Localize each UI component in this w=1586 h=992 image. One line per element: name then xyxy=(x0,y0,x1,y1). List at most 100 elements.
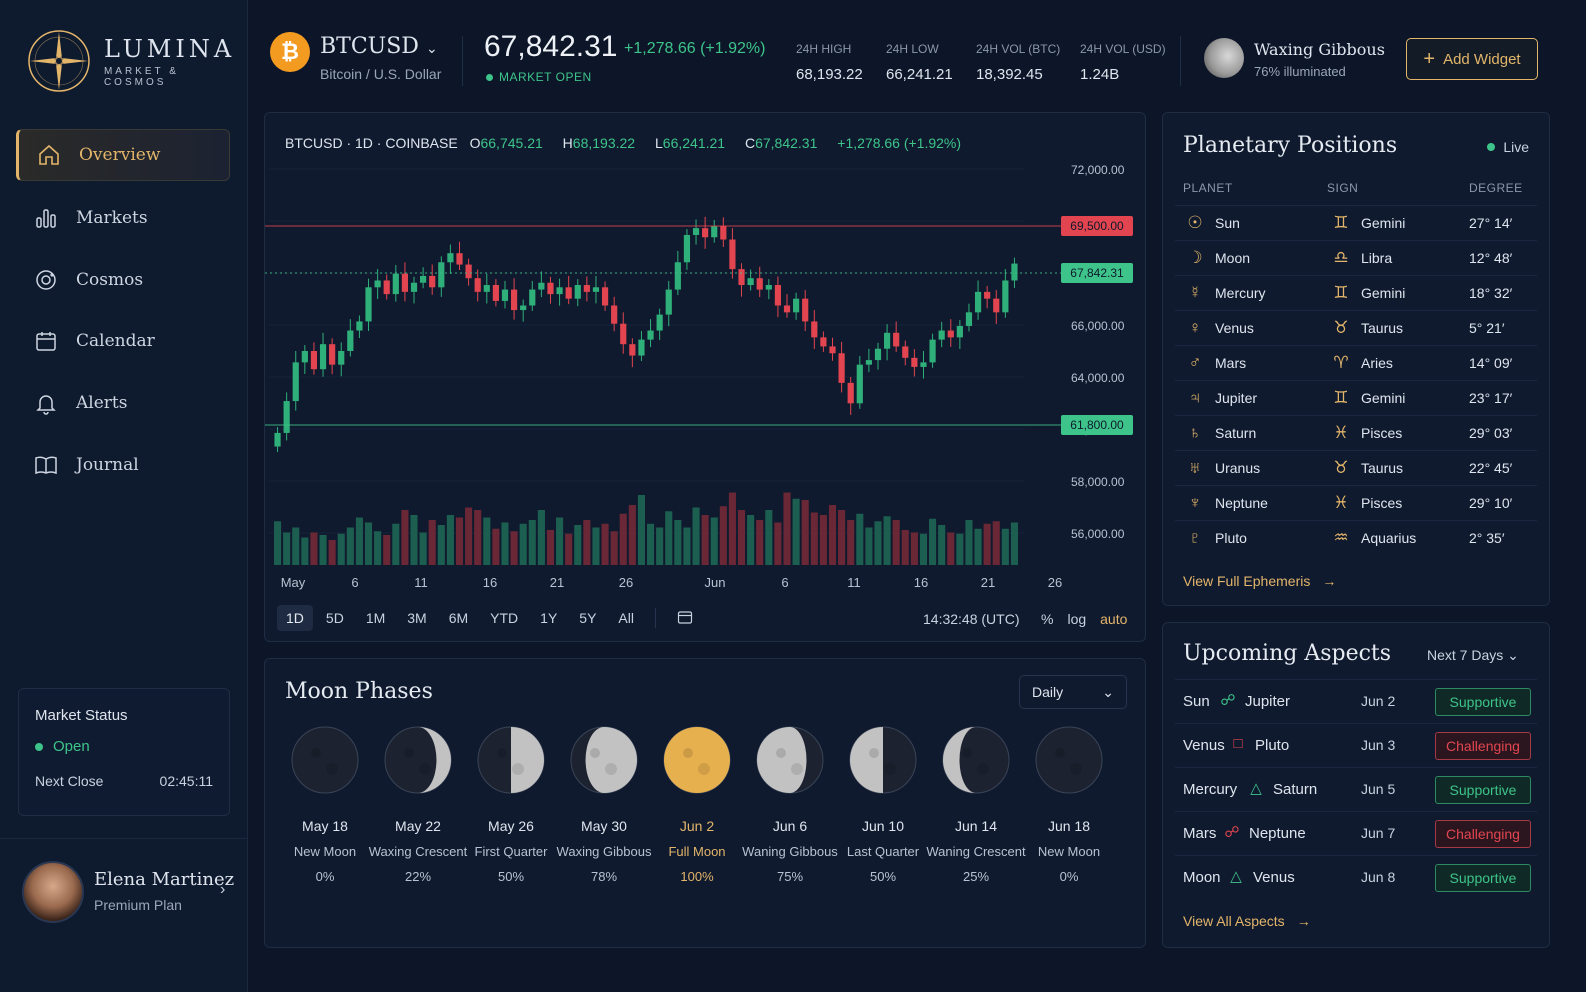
aspect-row[interactable]: Mercury △ Saturn Jun 5 Supportive xyxy=(1175,767,1537,811)
candle-body[interactable] xyxy=(592,287,600,292)
candle-body[interactable] xyxy=(974,291,982,313)
candle-body[interactable] xyxy=(720,225,727,240)
auto-scale-toggle[interactable]: auto xyxy=(1100,611,1127,627)
candle-body[interactable] xyxy=(620,323,627,345)
candle-body[interactable] xyxy=(738,269,745,286)
candle-body[interactable] xyxy=(947,330,954,338)
timeframe-5d[interactable]: 5D xyxy=(317,605,353,631)
timeframe-ytd[interactable]: YTD xyxy=(481,605,527,631)
candle-body[interactable] xyxy=(674,262,681,290)
planet-row[interactable]: ♇ Pluto ♒ Aquarius 2° 35′ xyxy=(1175,520,1537,555)
candle-body[interactable] xyxy=(365,287,372,322)
view-aspects-link[interactable]: View All Aspects → xyxy=(1183,913,1311,929)
candle-body[interactable] xyxy=(410,282,418,292)
candle-body[interactable] xyxy=(501,289,509,301)
candle-body[interactable] xyxy=(583,285,590,292)
date-range-calendar-icon[interactable] xyxy=(668,604,702,633)
moon-phase-item[interactable]: May 26 First Quarter 50% xyxy=(461,725,561,884)
candle-body[interactable] xyxy=(356,321,363,331)
candle-body[interactable] xyxy=(765,285,772,290)
candle-body[interactable] xyxy=(956,325,963,338)
candle-body[interactable] xyxy=(310,351,318,370)
candle-body[interactable] xyxy=(820,337,827,347)
candle-body[interactable] xyxy=(920,362,927,367)
candle-body[interactable] xyxy=(965,312,973,326)
candle-body[interactable] xyxy=(565,287,572,299)
candle-body[interactable] xyxy=(756,278,763,290)
planet-row[interactable]: ♃ Jupiter ♊ Gemini 23° 17′ xyxy=(1175,380,1537,415)
aspect-row[interactable]: Mars ☍ Neptune Jun 7 Challenging xyxy=(1175,811,1537,855)
nav-cosmos[interactable]: Cosmos xyxy=(16,254,230,306)
timeframe-3m[interactable]: 3M xyxy=(398,605,435,631)
timeframe-1d[interactable]: 1D xyxy=(277,605,313,631)
candle-body[interactable] xyxy=(874,348,882,361)
aspect-row[interactable]: Venus □ Pluto Jun 3 Challenging xyxy=(1175,723,1537,767)
candle-body[interactable] xyxy=(347,330,354,351)
candle-body[interactable] xyxy=(447,253,454,263)
candle-body[interactable] xyxy=(747,278,754,286)
candle-body[interactable] xyxy=(993,298,1000,313)
timeframe-1y[interactable]: 1Y xyxy=(531,605,566,631)
planet-row[interactable]: ♆ Neptune ♓ Pisces 29° 10′ xyxy=(1175,485,1537,520)
candle-body[interactable] xyxy=(683,234,691,263)
nav-calendar[interactable]: Calendar xyxy=(16,315,230,367)
candle-body[interactable] xyxy=(465,264,472,279)
percent-scale-toggle[interactable]: % xyxy=(1041,611,1053,627)
moon-phase-item[interactable]: Jun 14 Waning Crescent 25% xyxy=(926,725,1026,884)
candle-body[interactable] xyxy=(902,346,909,358)
candle-body[interactable] xyxy=(802,298,809,322)
candle-body[interactable] xyxy=(692,228,700,235)
candle-body[interactable] xyxy=(1002,280,1009,313)
candle-body[interactable] xyxy=(538,282,545,290)
candle-body[interactable] xyxy=(420,275,427,283)
candle-body[interactable] xyxy=(510,289,518,311)
candle-body[interactable] xyxy=(1011,263,1018,281)
candle-body[interactable] xyxy=(429,275,436,288)
planet-row[interactable]: ☉ Sun ♊ Gemini 27° 14′ xyxy=(1175,205,1537,240)
candle-body[interactable] xyxy=(601,287,609,306)
candle-body[interactable] xyxy=(638,339,645,356)
candle-body[interactable] xyxy=(374,280,381,288)
candle-body[interactable] xyxy=(520,305,527,311)
timeframe-6m[interactable]: 6M xyxy=(440,605,477,631)
candle-body[interactable] xyxy=(456,253,463,265)
candle-body[interactable] xyxy=(856,364,863,404)
candle-body[interactable] xyxy=(647,330,654,340)
nav-alerts[interactable]: Alerts xyxy=(16,377,230,429)
candle-body[interactable] xyxy=(893,332,900,347)
candle-body[interactable] xyxy=(556,287,563,295)
candle-body[interactable] xyxy=(838,353,845,383)
candle-body[interactable] xyxy=(783,305,791,313)
moon-phase-item[interactable]: May 22 Waxing Crescent 22% xyxy=(368,725,468,884)
candle-body[interactable] xyxy=(301,351,308,363)
view-ephemeris-link[interactable]: View Full Ephemeris → xyxy=(1183,573,1336,589)
candle-body[interactable] xyxy=(283,401,290,433)
add-widget-button[interactable]: + Add Widget xyxy=(1406,38,1538,80)
candle-body[interactable] xyxy=(401,273,409,292)
aspect-range-dropdown[interactable]: Next 7 Days ⌄ xyxy=(1427,647,1519,664)
moon-phase-item[interactable]: May 30 Waxing Gibbous 78% xyxy=(554,725,654,884)
candle-body[interactable] xyxy=(665,289,672,315)
planet-row[interactable]: ♅ Uranus ♉ Taurus 22° 45′ xyxy=(1175,450,1537,485)
candle-body[interactable] xyxy=(292,362,299,402)
candle-body[interactable] xyxy=(911,357,918,367)
candle-body[interactable] xyxy=(702,228,709,238)
nav-journal[interactable]: Journal xyxy=(16,439,230,491)
moon-phase-item[interactable]: Jun 6 Waning Gibbous 75% xyxy=(740,725,840,884)
candle-body[interactable] xyxy=(529,289,536,306)
planet-row[interactable]: ☽ Moon ♎ Libra 12° 48′ xyxy=(1175,240,1537,275)
candlestick-chart[interactable]: 72,000.0070,000.0068,000.0066,000.0064,0… xyxy=(265,153,1145,599)
candle-body[interactable] xyxy=(793,298,800,313)
moon-phase-item[interactable]: Jun 2 Full Moon 100% xyxy=(647,725,747,884)
nav-overview[interactable]: Overview xyxy=(16,129,230,181)
aspect-row[interactable]: Moon △ Venus Jun 8 Supportive xyxy=(1175,855,1537,899)
nav-markets[interactable]: Markets xyxy=(16,192,230,244)
candle-body[interactable] xyxy=(547,282,554,295)
candle-body[interactable] xyxy=(392,273,399,295)
candle-body[interactable] xyxy=(984,291,991,299)
timeframe-all[interactable]: All xyxy=(609,605,643,631)
candle-body[interactable] xyxy=(711,225,718,238)
candle-body[interactable] xyxy=(474,278,481,292)
moon-phase-item[interactable]: Jun 10 Last Quarter 50% xyxy=(833,725,933,884)
planet-row[interactable]: ☿ Mercury ♊ Gemini 18° 32′ xyxy=(1175,275,1537,310)
